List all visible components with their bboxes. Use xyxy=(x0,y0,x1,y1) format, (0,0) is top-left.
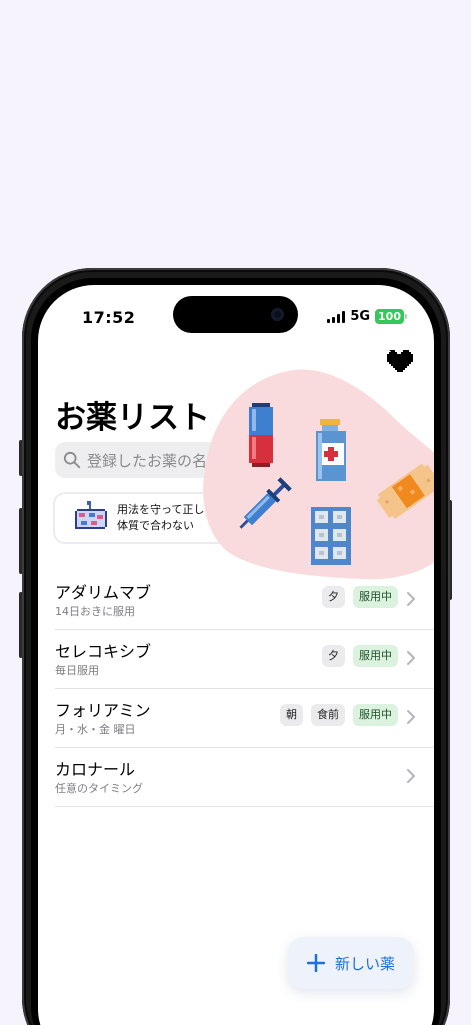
dynamic-island xyxy=(173,296,298,333)
medication-name: アダリムマブ xyxy=(55,583,152,602)
medicine-illustration xyxy=(203,369,434,580)
medication-tags: 夕 服用中 xyxy=(322,586,398,608)
timing-tag: 夕 xyxy=(322,586,345,608)
phone-screen: 17:52 5G 100 お薬リスト 登録したお薬の名 用法を守って正し 体質で… xyxy=(38,285,434,1025)
status-badge: 服用中 xyxy=(353,645,398,667)
blister-pack-icon xyxy=(311,507,351,565)
chevron-right-icon xyxy=(407,769,415,783)
medication-tags: 朝 食前 服用中 xyxy=(280,704,398,726)
medication-row[interactable]: フォリアミン 月・水・金 曜日 朝 食前 服用中 xyxy=(55,689,434,748)
notice-line-2: 体質で合わない xyxy=(117,519,194,532)
medication-schedule: 14日おきに服用 xyxy=(55,605,135,618)
medication-schedule: 任意のタイミング xyxy=(55,782,143,795)
add-medication-label: 新しい薬 xyxy=(334,954,395,973)
status-indicators: 5G 100 xyxy=(327,309,407,324)
timing-tag: 夕 xyxy=(322,645,345,667)
medication-row[interactable]: アダリムマブ 14日おきに服用 夕 服用中 xyxy=(55,571,434,630)
search-input[interactable]: 登録したお薬の名 xyxy=(87,450,207,471)
medication-schedule: 毎日服用 xyxy=(55,664,99,677)
timing-tag: 食前 xyxy=(311,704,345,726)
plus-icon xyxy=(306,954,325,972)
chevron-right-icon xyxy=(407,651,415,665)
medication-list: アダリムマブ 14日おきに服用 夕 服用中 セレコキシブ 毎日服用 夕 服用中 … xyxy=(55,571,434,807)
page-title: お薬リスト xyxy=(55,400,210,436)
medication-name: フォリアミン xyxy=(55,701,151,720)
status-time: 17:52 xyxy=(82,308,136,327)
camera-icon xyxy=(271,308,284,321)
notice-line-1: 用法を守って正し xyxy=(117,503,205,516)
search-icon xyxy=(63,451,81,469)
timing-tag: 朝 xyxy=(280,704,303,726)
status-badge: 服用中 xyxy=(353,704,398,726)
medication-name: カロナール xyxy=(55,760,136,779)
medication-tags: 夕 服用中 xyxy=(322,645,398,667)
signal-icon xyxy=(327,310,346,323)
chevron-right-icon xyxy=(407,710,415,724)
pill-sheet-icon xyxy=(75,501,107,529)
status-badge: 服用中 xyxy=(353,586,398,608)
medication-row[interactable]: カロナール 任意のタイミング xyxy=(55,748,434,807)
capsule-icon xyxy=(249,403,273,467)
medication-row[interactable]: セレコキシブ 毎日服用 夕 服用中 xyxy=(55,630,434,689)
network-label: 5G xyxy=(350,309,371,324)
medication-name: セレコキシブ xyxy=(55,642,152,661)
chevron-right-icon xyxy=(407,592,415,606)
medication-schedule: 月・水・金 曜日 xyxy=(55,723,136,736)
battery-indicator: 100 xyxy=(375,309,407,324)
add-medication-button[interactable]: 新しい薬 xyxy=(288,937,414,989)
notice-text: 用法を守って正し 体質で合わない xyxy=(117,502,204,534)
